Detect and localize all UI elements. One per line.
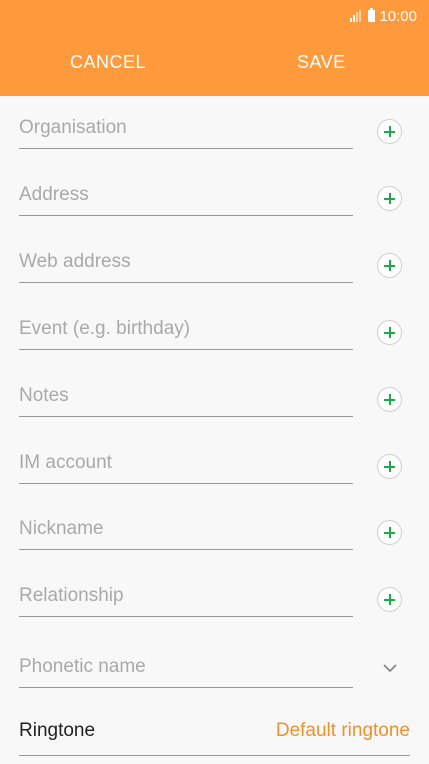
add-im-account-icon[interactable]: [377, 454, 402, 479]
nickname-placeholder: Nickname: [19, 518, 104, 539]
organisation-field[interactable]: Organisation: [19, 97, 353, 149]
nickname-field[interactable]: Nickname: [19, 498, 353, 550]
field-underline: [19, 416, 353, 417]
field-underline: [19, 215, 353, 216]
add-address-icon[interactable]: [377, 186, 402, 211]
add-nickname-icon[interactable]: [377, 520, 402, 545]
ringtone-label: Ringtone: [19, 720, 96, 741]
save-button[interactable]: SAVE: [297, 52, 346, 73]
add-web-address-icon[interactable]: [377, 253, 402, 278]
field-underline: [19, 282, 353, 283]
field-underline: [19, 483, 353, 484]
add-organisation-icon[interactable]: [377, 119, 402, 144]
web-address-field[interactable]: Web address: [19, 231, 353, 283]
app-header: 10:00 CANCEL SAVE: [0, 0, 429, 96]
field-underline: [19, 616, 353, 617]
event-placeholder: Event (e.g. birthday): [19, 318, 191, 339]
organisation-placeholder: Organisation: [19, 117, 127, 138]
add-relationship-icon[interactable]: [377, 587, 402, 612]
status-time: 10:00: [379, 7, 417, 25]
event-field[interactable]: Event (e.g. birthday): [19, 298, 353, 350]
field-underline: [19, 687, 353, 688]
row-divider: [19, 755, 410, 756]
field-underline: [19, 148, 353, 149]
chevron-down-icon[interactable]: [382, 660, 398, 676]
relationship-placeholder: Relationship: [19, 585, 124, 606]
phonetic-name-placeholder: Phonetic name: [19, 656, 146, 677]
add-event-icon[interactable]: [377, 320, 402, 345]
signal-icon: [350, 10, 364, 22]
ringtone-value[interactable]: Default ringtone: [276, 720, 410, 742]
im-account-placeholder: IM account: [19, 452, 112, 473]
cancel-button[interactable]: CANCEL: [70, 52, 146, 73]
field-underline: [19, 349, 353, 350]
battery-icon: [368, 8, 376, 22]
phonetic-name-field[interactable]: Phonetic name: [19, 636, 353, 688]
address-placeholder: Address: [19, 184, 89, 205]
web-address-placeholder: Web address: [19, 251, 131, 272]
im-account-field[interactable]: IM account: [19, 432, 353, 484]
address-field[interactable]: Address: [19, 164, 353, 216]
status-bar: 10:00: [350, 6, 417, 26]
notes-placeholder: Notes: [19, 385, 69, 406]
notes-field[interactable]: Notes: [19, 365, 353, 417]
relationship-field[interactable]: Relationship: [19, 565, 353, 617]
ringtone-row[interactable]: Ringtone Default ringtone: [19, 700, 410, 756]
add-notes-icon[interactable]: [377, 387, 402, 412]
field-underline: [19, 549, 353, 550]
